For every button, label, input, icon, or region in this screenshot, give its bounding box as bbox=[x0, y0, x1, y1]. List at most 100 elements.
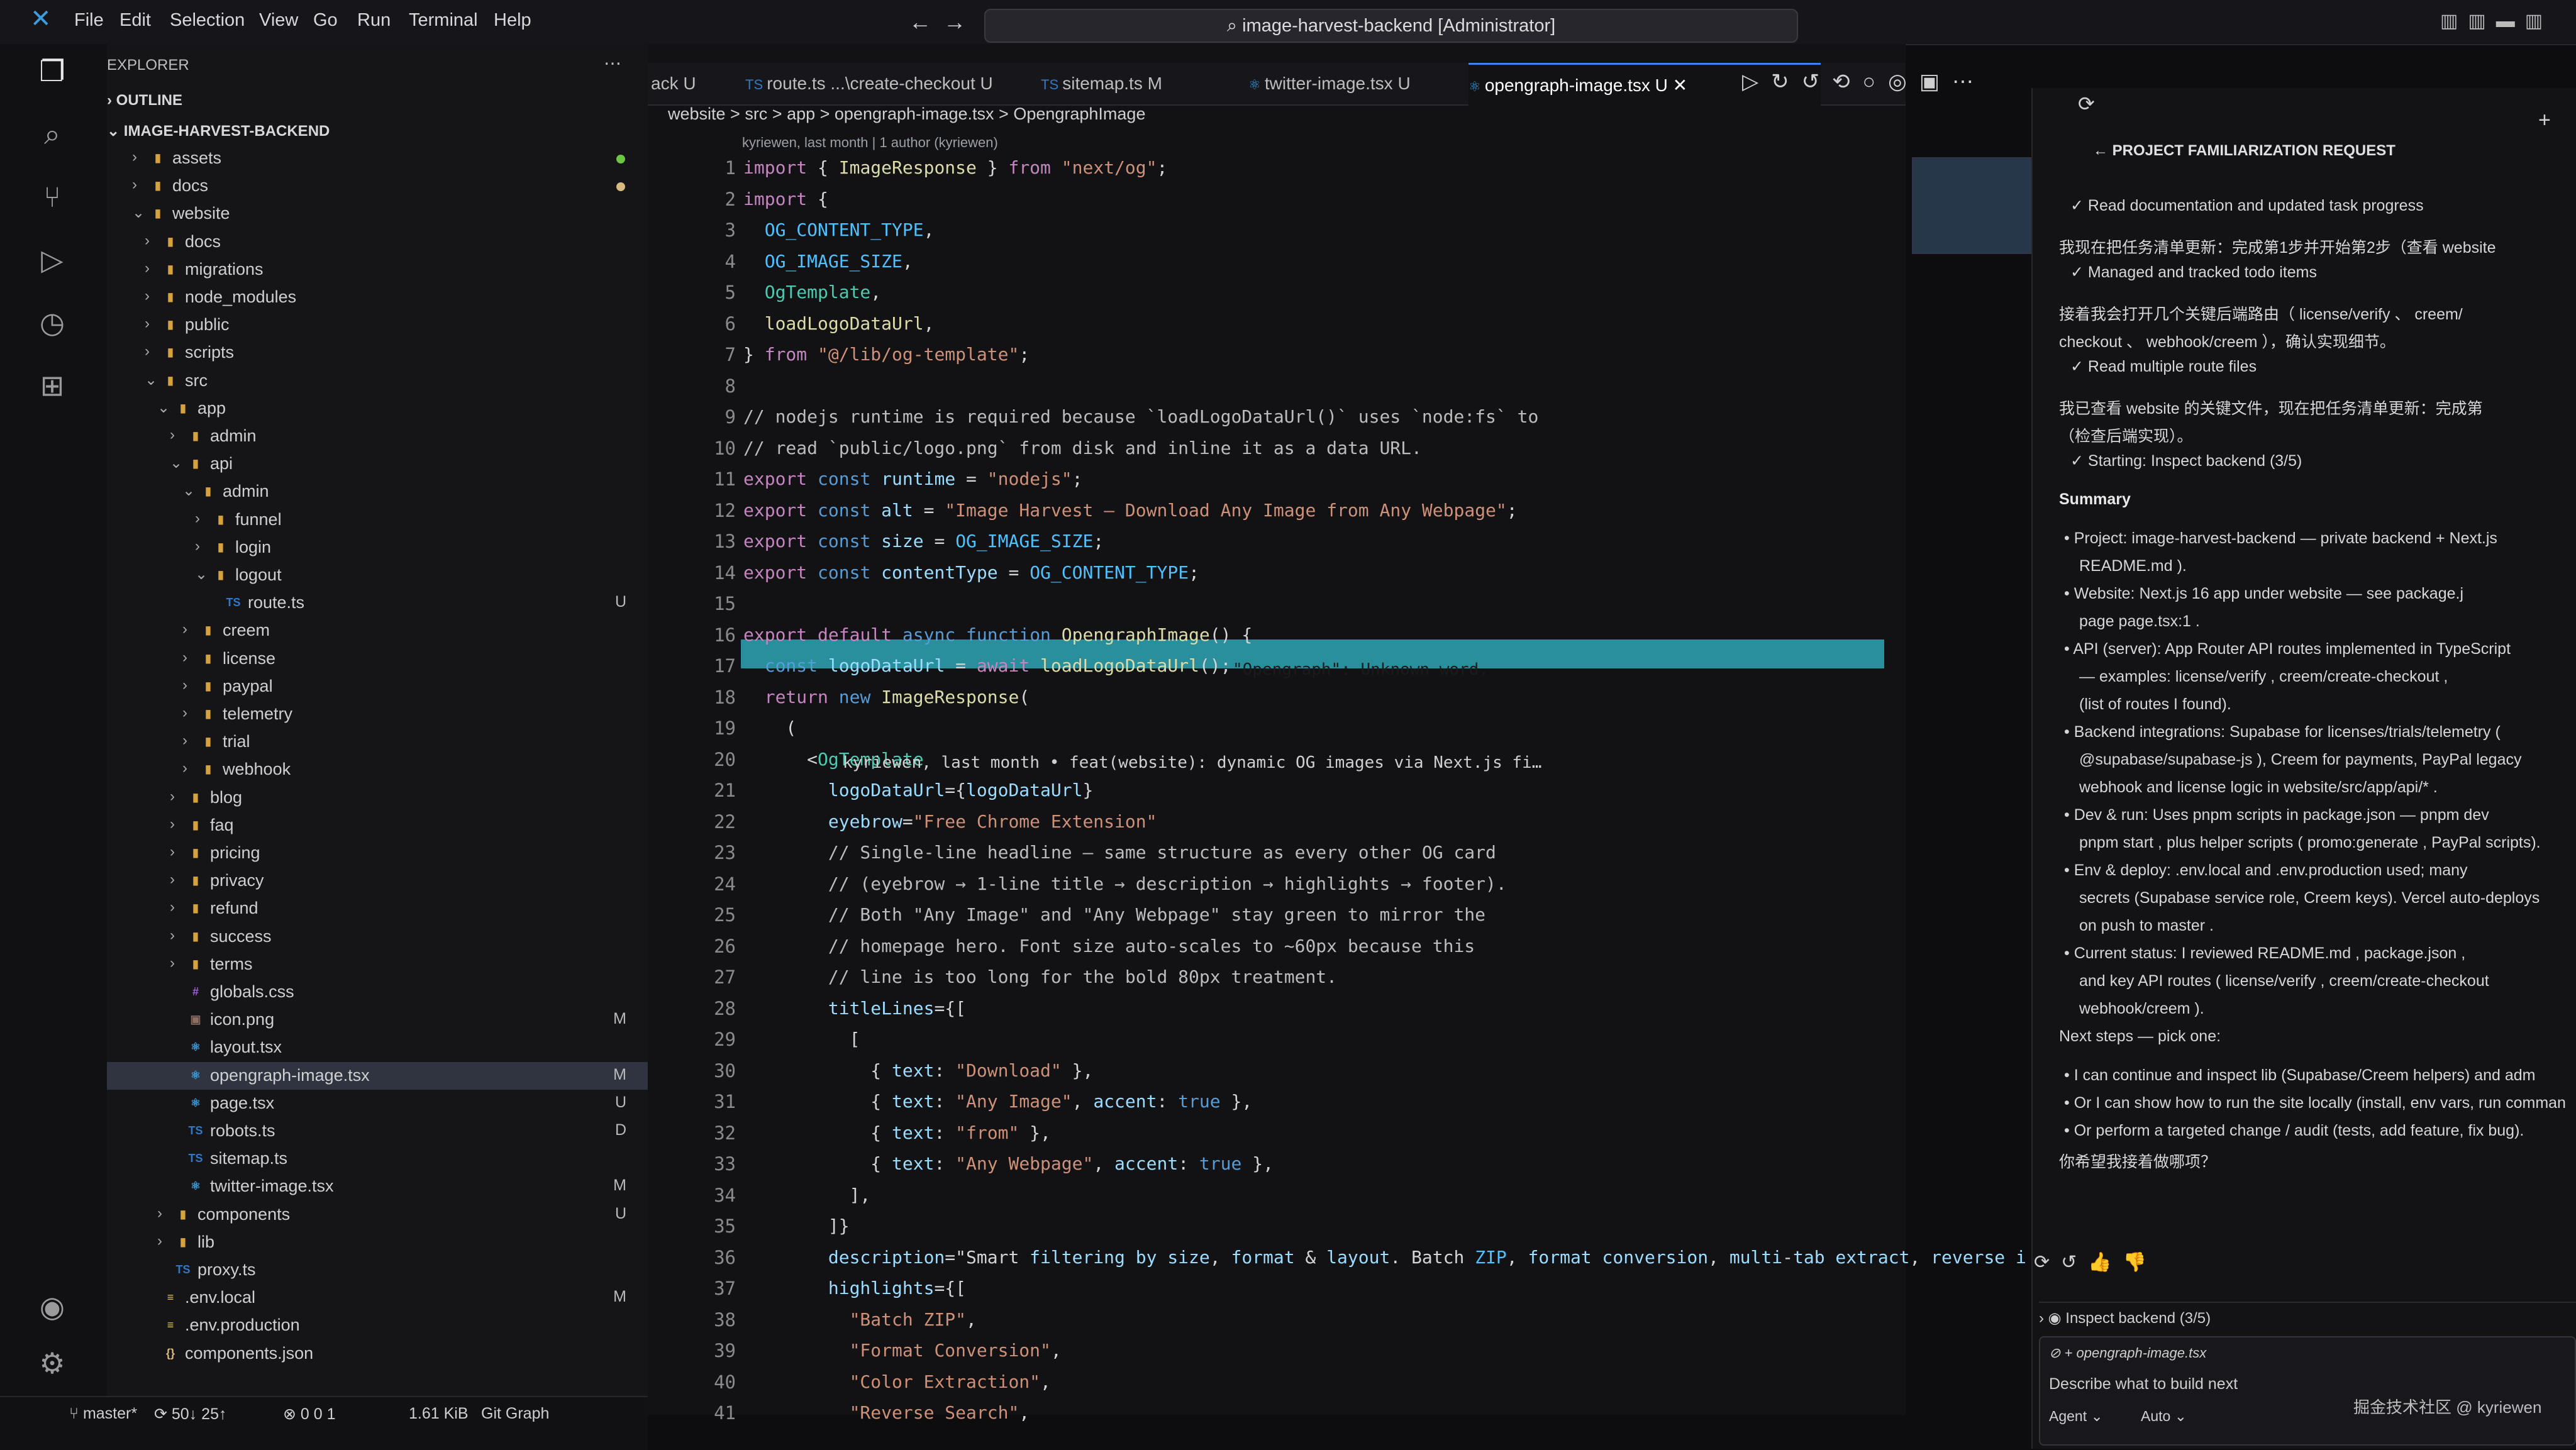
tree-item[interactable]: ⌄ ▮ src bbox=[107, 367, 648, 395]
context-file-chip[interactable]: ⊘ + opengraph-image.tsx bbox=[2049, 1345, 2206, 1361]
menu-edit[interactable]: Edit bbox=[119, 10, 151, 31]
tree-item[interactable]: {} components.json bbox=[107, 1340, 648, 1368]
tree-item[interactable]: › ▮ success bbox=[107, 923, 648, 951]
tree-item[interactable]: ⌄ ▮ app bbox=[107, 395, 648, 423]
folder-icon: ▮ bbox=[205, 485, 211, 498]
forward-arrow-icon[interactable]: → bbox=[943, 9, 966, 35]
css-file-icon: # bbox=[192, 985, 199, 998]
explorer-icon[interactable]: ❐ bbox=[35, 53, 70, 89]
tree-item[interactable]: › ▮ telemetry bbox=[107, 700, 648, 728]
tree-item[interactable]: TS route.ts U bbox=[107, 589, 648, 617]
run-debug-icon[interactable]: ▷ bbox=[35, 242, 70, 277]
refresh-icon[interactable]: ⟳ bbox=[2078, 92, 2095, 116]
menu-selection[interactable]: Selection bbox=[170, 10, 245, 31]
menu-file[interactable]: File bbox=[74, 10, 104, 31]
line-number: 24 bbox=[714, 873, 736, 895]
project-root[interactable]: ⌄ IMAGE-HARVEST-BACKEND bbox=[107, 122, 330, 140]
model-select[interactable]: Auto ⌄ bbox=[2141, 1408, 2187, 1425]
tree-item[interactable]: › ▮ admin bbox=[107, 423, 648, 450]
sync-indicator[interactable]: ⟳ 50↓ 25↑ bbox=[154, 1405, 226, 1424]
chat-input[interactable]: Describe what to build next bbox=[2049, 1375, 2238, 1393]
tab-2[interactable]: TS sitemap.ts M bbox=[1041, 63, 1242, 104]
chevron-right-icon: › bbox=[182, 704, 187, 721]
search-icon[interactable]: ⌕ bbox=[35, 116, 70, 152]
inspect-backend-row[interactable]: › ◉ Inspect backend (3/5) bbox=[2039, 1302, 2576, 1334]
chat-input-box[interactable]: ⊘ + opengraph-image.tsx Describe what to… bbox=[2039, 1336, 2576, 1446]
tree-item-label: faq bbox=[210, 815, 234, 834]
outline-section[interactable]: › OUTLINE bbox=[107, 92, 182, 109]
problems-indicator[interactable]: ⊗ 0 0 1 bbox=[283, 1405, 336, 1424]
source-control-icon[interactable]: ⑂ bbox=[35, 179, 70, 214]
extensions-icon[interactable]: ⊞ bbox=[35, 368, 70, 403]
git-status-badge: U bbox=[614, 1204, 626, 1222]
tree-item-label: twitter-image.tsx bbox=[210, 1176, 334, 1196]
tree-item[interactable]: TS robots.ts D bbox=[107, 1117, 648, 1145]
tree-item[interactable]: ⚛ twitter-image.tsx M bbox=[107, 1173, 648, 1200]
tree-item[interactable]: ⌄ ▮ logout bbox=[107, 562, 648, 589]
layout-icons[interactable]: ▥▥▬▥ bbox=[2440, 10, 2553, 32]
tree-item[interactable]: › ▮ faq bbox=[107, 812, 648, 839]
menu-terminal[interactable]: Terminal bbox=[409, 10, 478, 31]
minimap[interactable] bbox=[1912, 157, 2044, 254]
tree-item[interactable]: ⌄ ▮ admin bbox=[107, 478, 648, 506]
tree-item[interactable]: ⚛ opengraph-image.tsx M bbox=[107, 1061, 648, 1090]
tree-item[interactable]: › ▮ blog bbox=[107, 784, 648, 812]
menu-view[interactable]: View bbox=[259, 10, 298, 31]
tree-item[interactable]: › ▮ node_modules bbox=[107, 284, 648, 311]
tree-item[interactable]: # globals.css bbox=[107, 978, 648, 1006]
more-actions-icon[interactable]: ⋯ bbox=[604, 53, 621, 74]
tree-item[interactable]: › ▮ trial bbox=[107, 728, 648, 756]
mode-select[interactable]: Agent ⌄ bbox=[2049, 1408, 2103, 1425]
menu-run[interactable]: Run bbox=[357, 10, 391, 31]
tree-item[interactable]: › ▮ license bbox=[107, 645, 648, 673]
command-center[interactable]: ⌕ image-harvest-backend [Administrator] bbox=[984, 9, 1798, 43]
menu-go[interactable]: Go bbox=[313, 10, 338, 31]
tree-item[interactable]: TS sitemap.ts bbox=[107, 1145, 648, 1173]
tree-item[interactable]: ⌄ ▮ website bbox=[107, 200, 648, 228]
git-graph-button[interactable]: Git Graph bbox=[481, 1405, 549, 1423]
tree-item[interactable]: › ▮ creem bbox=[107, 617, 648, 645]
tree-item[interactable]: › ▮ docs bbox=[107, 172, 648, 200]
new-chat-icon[interactable]: + bbox=[2538, 108, 2551, 133]
tree-item[interactable]: › ▮ privacy bbox=[107, 867, 648, 895]
status-dot bbox=[616, 182, 625, 192]
timeline-icon[interactable]: ◷ bbox=[35, 305, 70, 340]
tree-item[interactable]: › ▮ refund bbox=[107, 895, 648, 922]
menu-help[interactable]: Help bbox=[494, 10, 531, 31]
gear-icon[interactable]: ⚙ bbox=[35, 1346, 70, 1381]
tree-item[interactable]: › ▮ paypal bbox=[107, 673, 648, 700]
line-number: 9 bbox=[724, 406, 736, 428]
breadcrumb[interactable]: website > src > app > opengraph-image.ts… bbox=[668, 104, 1145, 132]
chat-feedback-icons[interactable]: ⟳↺👍👎 bbox=[2034, 1251, 2158, 1273]
tree-item[interactable]: › ▮ funnel bbox=[107, 506, 648, 534]
tree-item[interactable]: › ▮ components U bbox=[107, 1201, 648, 1229]
tree-item[interactable]: › ▮ assets bbox=[107, 145, 648, 172]
tree-item[interactable]: ▣ icon.png M bbox=[107, 1006, 648, 1034]
tree-item[interactable]: ⌄ ▮ api bbox=[107, 450, 648, 478]
tree-item[interactable]: › ▮ scripts bbox=[107, 339, 648, 367]
tree-item[interactable]: › ▮ docs bbox=[107, 228, 648, 256]
account-icon[interactable]: ◉ bbox=[35, 1289, 70, 1324]
tree-item[interactable]: › ▮ login bbox=[107, 534, 648, 562]
tab-0[interactable]: ack U bbox=[651, 63, 739, 104]
editor-action-icons[interactable]: ▷↻↺⟲○◎▣⋯ bbox=[1742, 69, 1986, 94]
close-icon[interactable]: ✕ bbox=[1668, 75, 1687, 95]
tree-item[interactable]: ⚛ page.tsx U bbox=[107, 1090, 648, 1117]
tree-item[interactable]: › ▮ terms bbox=[107, 951, 648, 978]
tab-1[interactable]: TS route.ts ...\create-checkout U bbox=[745, 63, 1035, 104]
tree-item[interactable]: › ▮ webhook bbox=[107, 756, 648, 783]
folder-icon: ▮ bbox=[205, 707, 211, 720]
tree-item[interactable]: › ▮ pricing bbox=[107, 839, 648, 867]
tree-item[interactable]: ⚛ layout.tsx bbox=[107, 1034, 648, 1061]
tree-item-label: robots.ts bbox=[210, 1121, 275, 1140]
tree-item[interactable]: TS proxy.ts bbox=[107, 1256, 648, 1284]
tree-item[interactable]: ≡ .env.local M bbox=[107, 1284, 648, 1312]
tree-item[interactable]: › ▮ lib bbox=[107, 1229, 648, 1256]
tree-item[interactable]: › ▮ migrations bbox=[107, 256, 648, 284]
back-arrow-icon[interactable]: ← bbox=[909, 9, 931, 35]
tree-item[interactable]: › ▮ public bbox=[107, 311, 648, 339]
git-status-badge: M bbox=[613, 1010, 626, 1028]
tab-3[interactable]: ⚛ twitter-image.tsx U bbox=[1248, 63, 1462, 104]
tree-item[interactable]: ≡ .env.production bbox=[107, 1312, 648, 1339]
branch-indicator[interactable]: ⑂ master* bbox=[69, 1405, 137, 1423]
